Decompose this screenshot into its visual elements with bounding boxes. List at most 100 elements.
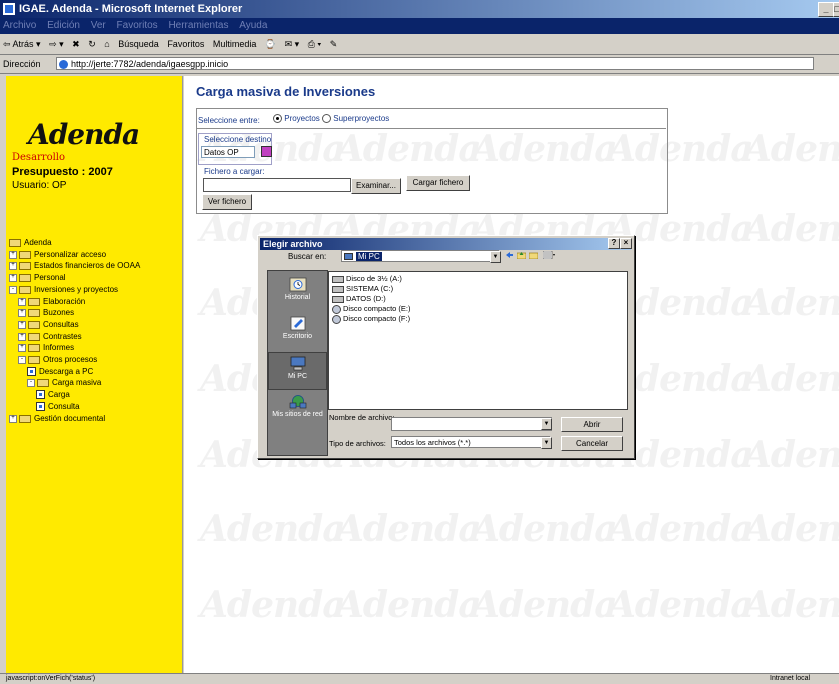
tree-item-label: Consultas [43,320,79,329]
expand-icon[interactable]: + [18,332,26,341]
folder-icon [19,250,31,259]
forward-button[interactable]: ⇨ ▾ [49,39,64,49]
collapse-icon[interactable]: - [18,355,26,364]
address-input[interactable]: http://jerte:7782/adenda/igaesgpp.inicio [56,57,814,70]
status-bar: javascript:onVerFich('status') Intranet … [0,673,839,684]
maximize-button[interactable]: □ [833,2,839,17]
view-file-button[interactable]: Ver fichero [202,194,252,210]
browse-button[interactable]: Examinar... [351,178,401,194]
destination-picker-button[interactable] [261,146,272,157]
tree-item[interactable]: + Estados financieros de OOAA [9,260,140,271]
tree-item-label: Otros procesos [43,355,98,364]
hard-drive-icon [332,295,344,303]
minimize-button[interactable]: _ [818,2,834,17]
expand-icon[interactable]: + [9,273,17,282]
menu-favoritos[interactable]: Favoritos [117,20,158,31]
file-list-item[interactable]: Disco compacto (F:) [332,314,410,324]
tree-item[interactable]: + Contrastes [18,331,82,342]
menu-edicion[interactable]: Edición [47,20,80,31]
tree-item[interactable]: + Gestión documental [9,413,105,424]
dialog-close-button[interactable]: × [620,238,632,249]
file-list[interactable]: Disco de 3½ (A:) SISTEMA (C:) DATOS (D:) Di… [328,271,628,410]
file-list-item[interactable]: Disco de 3½ (A:) [332,274,402,284]
folder-icon [28,332,40,341]
file-list-item[interactable]: SISTEMA (C:) [332,284,393,294]
place-my-computer[interactable]: Mi PC [268,352,327,390]
radio-proyectos[interactable]: Proyectos [273,114,320,124]
menu-ver[interactable]: Ver [91,20,106,31]
destination-select[interactable]: Datos OP [201,146,255,158]
tree-item-label: Carga [48,390,70,399]
file-label: Fichero a cargar: [204,167,265,176]
expand-icon[interactable]: + [18,297,26,306]
expand-icon[interactable]: + [18,308,26,317]
collapse-icon[interactable]: - [27,378,35,387]
filetype-dropdown-button[interactable]: ▼ [541,437,552,449]
place-my-computer-label: Mi PC [287,373,308,380]
history-icon [289,277,306,292]
new-folder-icon[interactable] [529,251,538,259]
tree-item-label: Inversiones y proyectos [34,285,119,294]
look-in-select[interactable]: Mi PC [341,250,499,262]
edit-button[interactable]: ✎ [330,39,338,49]
tree-item[interactable]: + Personal [9,272,66,283]
filename-input[interactable] [391,417,552,431]
place-network[interactable]: Mis sitios de red [268,391,327,429]
tree-item[interactable]: + Elaboración [18,296,85,307]
tree-item[interactable]: - Carga masiva [27,377,101,388]
tree-item[interactable]: + Buzones [18,307,74,318]
open-button[interactable]: Abrir [561,417,623,432]
watermark-text: Adenda [744,584,839,626]
help-button[interactable]: ? [608,238,620,249]
expand-icon[interactable]: + [9,414,17,423]
tree-item[interactable]: Consulta [36,401,80,412]
tree-item-label: Informes [43,343,75,352]
refresh-button[interactable]: ↻ [88,39,96,49]
tree-item[interactable]: Adenda [9,237,52,248]
place-history[interactable]: Historial [268,274,327,312]
place-desktop[interactable]: Escritorio [268,313,327,351]
print-button[interactable]: ⎙ ▾ [308,39,321,49]
media-button[interactable]: Multimedia [213,39,257,49]
mail-button[interactable]: ✉ ▾ [285,39,300,49]
look-in-dropdown-button[interactable]: ▼ [490,251,501,263]
tree-item[interactable]: + Informes [18,342,74,353]
radio-superproyectos-control[interactable] [322,114,331,124]
tree-item-label: Estados financieros de OOAA [34,261,141,270]
file-list-item[interactable]: Disco compacto (E:) [332,304,411,314]
filename-dropdown-button[interactable]: ▼ [541,418,552,430]
history-button[interactable]: ⌚ [265,39,276,49]
collapse-icon[interactable]: - [9,285,17,294]
tree-item[interactable]: + Personalizar acceso [9,249,106,260]
file-list-item[interactable]: DATOS (D:) [332,294,386,304]
cancel-button[interactable]: Cancelar [561,436,623,451]
expand-icon[interactable]: + [18,320,26,329]
upload-button[interactable]: Cargar fichero [406,175,470,191]
expand-icon[interactable]: + [18,343,26,352]
radio-superproyectos[interactable]: Superproyectos [322,114,389,124]
tree-item[interactable]: - Inversiones y proyectos [9,284,118,295]
favorites-button[interactable]: Favoritos [167,39,204,49]
tree-item[interactable]: Descarga a PC [27,366,93,377]
home-button[interactable]: ⌂ [104,39,109,49]
tree-item[interactable]: + Consultas [18,319,79,330]
tree-item[interactable]: Carga [36,389,70,400]
tree-item-label: Adenda [24,238,52,247]
expand-icon[interactable]: + [9,250,17,259]
expand-icon[interactable]: + [9,261,17,270]
adenda-logo: Adenda [28,118,140,151]
tree-item-label: Gestión documental [34,414,106,423]
stop-button[interactable]: ✖ [72,39,80,49]
view-menu-icon[interactable] [543,251,555,259]
radio-proyectos-control[interactable] [273,114,282,124]
menu-herramientas[interactable]: Herramientas [168,20,228,31]
menu-archivo[interactable]: Archivo [3,20,36,31]
back-button[interactable]: ⇦ Atrás ▾ [3,39,41,49]
menu-ayuda[interactable]: Ayuda [239,20,267,31]
back-arrow-icon[interactable] [505,251,514,259]
up-folder-icon[interactable] [517,251,526,259]
tree-item[interactable]: - Otros procesos [18,354,97,365]
search-button[interactable]: Búsqueda [118,39,159,49]
filetype-select[interactable]: Todos los archivos (*.*) [391,436,550,448]
file-input[interactable] [203,178,351,192]
